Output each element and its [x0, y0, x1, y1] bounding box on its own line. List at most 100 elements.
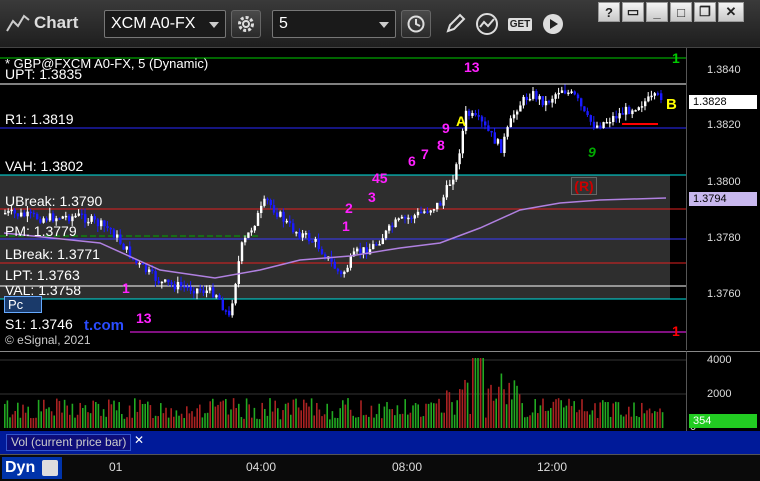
clock-icon	[407, 15, 425, 33]
volume-bar	[256, 418, 258, 428]
count-marker: 1	[122, 280, 130, 296]
volume-bar	[568, 398, 570, 428]
help-button[interactable]: ?	[598, 2, 620, 22]
volume-bar	[362, 415, 365, 428]
settings-button[interactable]	[231, 10, 261, 38]
volume-bar	[95, 401, 97, 428]
candle-body	[183, 286, 186, 288]
volume-bar	[487, 388, 490, 428]
candle-body	[525, 96, 528, 100]
interval-value: 5	[279, 15, 288, 32]
volume-bar	[295, 398, 297, 428]
price-pane[interactable]: * GBP@FXCM A0-FX, 5 (Dynamic) UPT: 1.383…	[0, 48, 686, 350]
maximize-button[interactable]: □	[670, 2, 692, 22]
volume-axis[interactable]: 4000 2000 0 354	[686, 351, 760, 433]
volume-bar	[394, 415, 396, 428]
pc-button[interactable]: Pc	[4, 296, 42, 313]
candle-body	[301, 233, 304, 238]
copyright-label: © eSignal, 2021	[5, 333, 91, 347]
restore-button[interactable]: ❐	[694, 2, 716, 22]
candle-body	[496, 139, 500, 144]
candle-body	[426, 211, 429, 213]
time-axis[interactable]: Dyn 01 04:00 08:00 12:00	[0, 454, 760, 481]
volume-bar	[381, 418, 383, 428]
volume-bar	[149, 405, 152, 428]
level-label-vah: VAH: 1.3802	[5, 158, 84, 174]
candle-body	[634, 110, 637, 112]
volume-bar	[43, 399, 45, 428]
volume-study-bar[interactable]: Vol (current price bar) ✕	[0, 431, 760, 454]
volume-bar	[365, 414, 367, 428]
candle-body	[266, 198, 269, 201]
candle-body	[32, 212, 36, 215]
chevron-down-icon	[379, 22, 389, 28]
chart-toolbar: Chart XCM A0-FX 5 GET ? ▭ _ □ ❐ ✕	[0, 0, 760, 48]
volume-bar	[643, 413, 646, 428]
get-icon: GET	[507, 17, 533, 31]
interval-dropdown[interactable]: 5	[272, 10, 396, 38]
volume-bar	[76, 414, 79, 428]
candle-body	[151, 269, 154, 272]
price-axis[interactable]: 1.3840 1.3820 1.3800 1.3780 1.3760 1.382…	[686, 48, 760, 350]
count-marker: 9	[442, 120, 450, 136]
candle-body	[282, 211, 285, 222]
volume-bar	[492, 400, 495, 428]
count-marker: 6	[408, 153, 416, 169]
volume-bar	[456, 400, 458, 428]
close-button[interactable]: ✕	[718, 2, 744, 22]
volume-bar	[121, 413, 123, 428]
volume-bar	[167, 417, 170, 428]
volume-bar	[144, 403, 146, 428]
symbol-dropdown[interactable]: XCM A0-FX	[104, 10, 226, 38]
studies-button[interactable]	[473, 10, 501, 38]
volume-bar	[32, 418, 35, 428]
draw-tool-button[interactable]	[441, 10, 469, 38]
volume-bar	[482, 358, 484, 428]
candle-body	[196, 288, 199, 294]
candle-body	[112, 229, 116, 238]
volume-bar	[269, 398, 271, 428]
play-icon	[543, 14, 563, 34]
volume-bar	[334, 417, 336, 428]
volume-bar	[30, 418, 32, 428]
minimize-button[interactable]: _	[646, 2, 668, 22]
candle-body	[557, 92, 560, 95]
candle-body	[436, 202, 439, 210]
time-tick: 04:00	[246, 460, 277, 474]
pin-button[interactable]: ▭	[622, 2, 644, 22]
candle-body	[570, 91, 573, 93]
volume-bar	[342, 400, 344, 428]
gear-icon	[238, 16, 254, 32]
volume-bar	[11, 414, 14, 428]
candle-body	[541, 96, 544, 106]
volume-bar	[193, 416, 196, 428]
volume-bar	[654, 411, 656, 428]
candle-body	[381, 238, 384, 245]
volume-bar	[609, 416, 612, 428]
volume-bar	[628, 406, 630, 428]
time-template-button[interactable]	[401, 10, 431, 38]
close-icon[interactable]: ✕	[134, 433, 144, 447]
candle-body	[304, 233, 308, 235]
replay-button[interactable]	[539, 10, 567, 38]
candle-body	[407, 217, 410, 220]
volume-bar	[409, 412, 412, 428]
volume-pane[interactable]	[0, 351, 686, 431]
volume-bar	[446, 390, 448, 428]
get-data-button[interactable]: GET	[505, 10, 535, 38]
volume-bar	[399, 414, 401, 428]
candle-body	[154, 271, 157, 281]
candle-body	[125, 246, 128, 250]
candle-body	[538, 96, 541, 100]
candle-body	[640, 106, 644, 108]
candle-body	[292, 223, 295, 233]
candle-body	[647, 96, 650, 102]
volume-bar	[412, 405, 414, 428]
volume-bar	[287, 402, 289, 428]
dyn-button[interactable]: Dyn	[2, 457, 62, 479]
volume-bar	[89, 413, 92, 428]
volume-bar	[607, 402, 609, 428]
volume-bar	[105, 416, 107, 428]
volume-bar	[303, 399, 305, 428]
candle-body	[52, 213, 55, 222]
